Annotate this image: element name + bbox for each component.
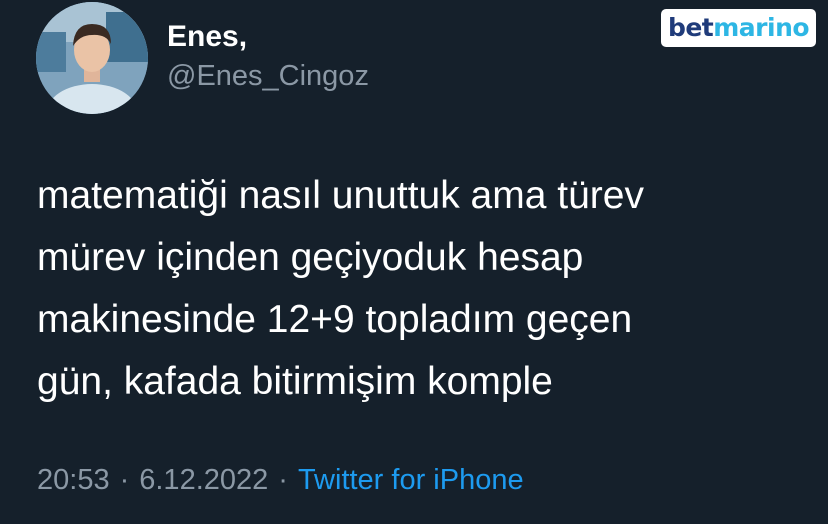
tweet-text-line: gün, kafada bitirmişim komple (37, 360, 553, 403)
separator-dot: · (119, 464, 130, 496)
brand-watermark-logo: betmarino (661, 9, 816, 47)
tweet-text: matematiği nasıl unuttuk ama türev mürev… (37, 165, 807, 413)
tweet-time[interactable]: 20:53 (37, 464, 110, 496)
tweet-date[interactable]: 6.12.2022 (139, 464, 268, 496)
watermark-part-bet: bet (667, 13, 714, 42)
tweet-text-line: mürev içinden geçiyoduk hesap (37, 236, 584, 279)
avatar[interactable] (36, 2, 148, 114)
tweet-source-link[interactable]: Twitter for iPhone (298, 464, 524, 496)
display-name[interactable]: Enes, (167, 20, 247, 54)
watermark-part-marino: marino (713, 13, 810, 42)
tweet-text-line: matematiği nasıl unuttuk ama türev (37, 174, 644, 217)
separator-dot: · (278, 464, 288, 496)
tweet-metadata: 20:53 · 6.12.2022 · Twitter for iPhone (37, 464, 524, 497)
avatar-photo-icon (36, 2, 148, 114)
tweet-text-line: makinesinde 12+9 topladım geçen (37, 298, 633, 341)
tweet-card: Enes, @Enes_Cingoz betmarino matematiği … (0, 0, 828, 524)
user-handle[interactable]: @Enes_Cingoz (167, 60, 369, 93)
